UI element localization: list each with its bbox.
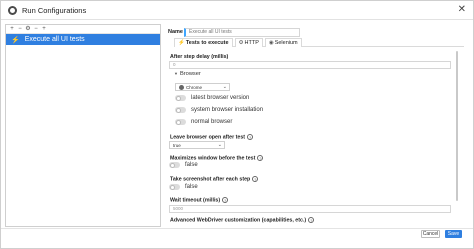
after-step-delay-input[interactable]: 0 xyxy=(169,61,451,69)
field-label-text: Advanced WebDriver customization (capabi… xyxy=(170,217,307,224)
help-icon[interactable]: ? xyxy=(222,197,229,203)
toggle-label: system browser installation xyxy=(191,107,264,113)
field-label-text: Take screenshot after each step xyxy=(170,176,251,183)
globe-icon: ◉ xyxy=(268,40,274,46)
field-label-text: Leave browser open after test xyxy=(170,134,246,141)
toggle-label: normal browser xyxy=(191,119,233,125)
sidebar-item-label: Execute all UI tests xyxy=(24,36,85,43)
remove-configuration-button[interactable]: − xyxy=(17,26,23,33)
selenium-settings-form: After step delay (millis) 0 ▼ Browser Chr… xyxy=(165,47,465,227)
name-input[interactable]: Execute all UI tests xyxy=(184,27,300,37)
leave-browser-open-select[interactable]: true ⌄ xyxy=(169,141,225,149)
after-step-delay-label: After step delay (millis) xyxy=(170,54,228,60)
chevron-down-icon: ⌄ xyxy=(222,84,227,90)
maximize-window-toggle[interactable] xyxy=(169,162,180,168)
configuration-editor: Name Execute all UI tests ⚡Tests to exec… xyxy=(165,24,471,227)
dialog-titlebar: Run Configurations ✕ xyxy=(1,1,473,20)
chrome-icon xyxy=(179,84,184,90)
screenshot-toggle[interactable] xyxy=(169,184,180,190)
field-label-text: Wait timeout (millis) xyxy=(170,197,221,204)
browser-select[interactable]: Chrome ⌄ xyxy=(175,83,230,91)
settings-icon xyxy=(8,5,17,15)
toggle-state-text: false xyxy=(185,184,198,190)
field-label-text: Maximizes window before the test xyxy=(170,155,256,162)
leave-browser-open-label: Leave browser open after test? xyxy=(170,134,254,141)
config-tabs: ⚡Tests to execute ⚙HTTP ◉Selenium xyxy=(174,38,464,47)
bolt-icon: ⚡ xyxy=(178,40,185,46)
browser-section-header[interactable]: ▼ Browser xyxy=(174,71,201,77)
save-button[interactable]: Save xyxy=(445,230,462,238)
dialog-title: Run Configurations xyxy=(22,5,87,15)
name-label: Name xyxy=(168,29,183,35)
toggle-label: latest browser version xyxy=(191,95,250,101)
toggle-row-latest-browser: latest browser version xyxy=(175,95,249,101)
close-icon[interactable]: ✕ xyxy=(458,4,466,16)
help-icon[interactable]: ? xyxy=(252,176,259,182)
toggle-row-system-browser: system browser installation xyxy=(175,107,263,113)
cancel-button[interactable]: Cancel xyxy=(421,230,440,238)
section-title: Browser xyxy=(179,71,201,77)
collapse-button[interactable]: − xyxy=(33,26,39,33)
tab-label: Tests to execute xyxy=(185,40,229,46)
normal-browser-toggle[interactable] xyxy=(175,119,186,125)
help-icon[interactable]: ? xyxy=(247,134,254,140)
bolt-icon: ⚡ xyxy=(11,36,20,44)
maximize-window-label: Maximizes window before the test? xyxy=(170,155,264,162)
screenshot-label: Take screenshot after each step? xyxy=(170,176,259,183)
wait-timeout-input[interactable]: 5000 xyxy=(169,205,451,213)
add-configuration-button[interactable]: + xyxy=(9,26,15,33)
tab-label: Selenium xyxy=(274,40,298,46)
tab-tests-to-execute[interactable]: ⚡Tests to execute xyxy=(174,38,233,47)
run-configurations-dialog: Run Configurations ✕ + − ⚙ − + ⚡ Execute… xyxy=(0,0,474,249)
system-browser-toggle[interactable] xyxy=(175,107,186,113)
footer-divider xyxy=(1,228,473,229)
toggle-state-text: false xyxy=(185,162,198,168)
latest-browser-toggle[interactable] xyxy=(175,95,186,101)
scrollbar-thumb[interactable] xyxy=(456,51,458,201)
configurations-list-panel: + − ⚙ − + ⚡ Execute all UI tests xyxy=(5,24,161,227)
sidebar-item-execute-all-ui-tests[interactable]: ⚡ Execute all UI tests xyxy=(6,34,160,45)
help-icon[interactable]: ? xyxy=(308,217,315,223)
settings-button[interactable]: ⚙ xyxy=(25,26,31,33)
tab-label: HTTP xyxy=(244,40,259,46)
leave-open-value: true xyxy=(173,142,181,148)
gear-icon: ⚙ xyxy=(238,40,244,46)
toggle-row-normal-browser: normal browser xyxy=(175,119,232,125)
name-row: Name Execute all UI tests xyxy=(168,27,300,37)
chevron-down-icon: ⌄ xyxy=(217,142,222,148)
form-scrollbar[interactable] xyxy=(456,47,459,227)
browser-select-value: Chrome xyxy=(186,84,203,90)
list-toolbar: + − ⚙ − + xyxy=(6,25,160,34)
field-label-text: After step delay (millis) xyxy=(170,54,229,60)
toggle-row-maximize: false xyxy=(169,162,198,168)
tab-selenium[interactable]: ◉Selenium xyxy=(264,38,302,47)
toggle-row-screenshot: false xyxy=(169,184,198,190)
expand-button[interactable]: + xyxy=(41,26,47,33)
wait-timeout-label: Wait timeout (millis)? xyxy=(170,197,229,204)
help-icon[interactable]: ? xyxy=(257,155,264,161)
caret-down-icon: ▼ xyxy=(174,71,178,76)
advanced-webdriver-label: Advanced WebDriver customization (capabi… xyxy=(170,217,315,224)
tab-http[interactable]: ⚙HTTP xyxy=(234,38,263,47)
